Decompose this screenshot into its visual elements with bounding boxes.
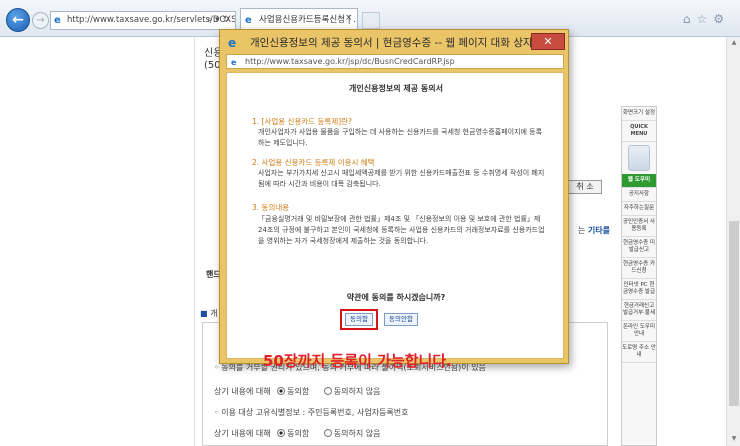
bg-items-line: ◦ 이용 대상 고유식별정보 : 주민등록번호, 사업자등록번호 [214, 408, 409, 417]
quick-item[interactable]: 현금거래신고 발급거부·불세 [622, 300, 656, 321]
dialog-url: http://www.taxsave.go.kr/jsp/dc/BusnCred… [245, 57, 455, 66]
radio-agree-label: 동의함 [287, 429, 310, 438]
back-button[interactable]: ← [6, 8, 30, 32]
bg-section-label: 개 [210, 309, 218, 318]
quick-web-helper[interactable]: 웹 도우미 [622, 174, 656, 188]
ie-page-icon: e [54, 15, 61, 26]
radio-disagree-label: 동의하지 않음 [333, 387, 381, 396]
quick-item[interactable]: 인터넷 PC 현금영수증 발급 [622, 279, 656, 300]
consent-title: 개인신용정보의 제공 동의서 [349, 84, 443, 93]
radio-disagree-1[interactable] [323, 387, 332, 395]
quick-item[interactable]: 공지사항 [622, 188, 656, 202]
refresh-icon[interactable]: ↻ [223, 15, 234, 25]
favorites-star-icon[interactable]: ☆ [696, 12, 713, 26]
radio-agree-1[interactable] [277, 387, 286, 395]
radio-agree-2[interactable] [277, 429, 286, 437]
dropdown-icon[interactable]: ▾ [215, 15, 223, 25]
bg-other-prefix: 는 [578, 226, 588, 235]
home-icon[interactable]: ⌂ [683, 12, 697, 26]
dialog-title: 개인신용정보의 제공 동의서 | 현금영수증 -- 웹 페이지 대화 상자 [250, 37, 533, 49]
consent-question: 약관에 동의를 하시겠습니까? [346, 293, 446, 302]
address-tools[interactable]: ⌕▾↻ [204, 11, 236, 30]
radio-agree-label: 동의함 [287, 387, 310, 396]
quick-item[interactable]: 현금영수증 미발급신고 [622, 237, 656, 258]
bg-section-heading: ■ 개 [200, 308, 217, 319]
new-tab-button[interactable] [362, 12, 380, 29]
settings-gear-icon[interactable]: ⚙ [713, 12, 730, 26]
bg-other-text: 는 기타를 [578, 225, 610, 236]
registration-limit-note: 50장까지 등록이 가능합니다. [263, 352, 452, 370]
dialog-url-icon: e [231, 58, 237, 67]
quick-item[interactable]: 도로명 주소 안내 [622, 342, 656, 363]
dialog-close-button[interactable]: ✕ [531, 33, 565, 50]
bg-agree-row-1: 상기 내용에 대해 동의함 동의하지 않음 [214, 386, 381, 397]
section-3-heading: 3. 동의내용 [252, 203, 290, 212]
consent-dialog: e 개인신용정보의 제공 동의서 | 현금영수증 -- 웹 페이지 대화 상자 … [219, 29, 569, 370]
bg-cancel-button[interactable]: 취 소 [568, 180, 602, 194]
bg-agree-row-2: 상기 내용에 대해 동의함 동의하지 않음 [214, 428, 381, 439]
agree-button[interactable]: 동의함 [345, 313, 373, 326]
dialog-url-bar: e http://www.taxsave.go.kr/jsp/dc/BusnCr… [226, 54, 564, 69]
quick-menu: 화면크기 설정 QUICK MENU 웹 도우미 공지사항 자주하는질문 공인인… [621, 106, 657, 446]
bullet-icon: ■ [200, 309, 211, 318]
tab-close-icon[interactable]: × [345, 13, 353, 23]
decline-button[interactable]: 동의안함 [384, 313, 418, 326]
section-3-body: 「금융실명거래 및 비밀보장에 관한 법률」제4조 및 「신용정보의 이용 및 … [258, 215, 545, 245]
section-1-body: 개인사업자가 사업용 물품을 구입하는 데 사용하는 신용카드를 국세청 현금영… [258, 128, 543, 147]
radio-disagree-2[interactable] [323, 429, 332, 437]
quick-item[interactable]: 공인인증서 사용등록 [622, 216, 656, 237]
dialog-body: 개인신용정보의 제공 동의서 1. [사업용 신용카드 등록제]란? 개인사업자… [226, 72, 564, 370]
section-2-heading: 2. 사업용 신용카드 등록제 이용시 혜택 [252, 158, 375, 167]
quick-item[interactable]: 온라인 도우미 안내 [622, 321, 656, 342]
bg-agree-prefix: 상기 내용에 대해 [214, 429, 271, 438]
search-icon[interactable]: ⌕ [207, 15, 215, 25]
tab-title: 사업용신용카드등록신청 | ... [259, 15, 358, 25]
forward-button[interactable]: → [32, 12, 49, 29]
scroll-thumb[interactable] [729, 221, 739, 406]
scroll-down-icon[interactable]: ▼ [729, 435, 739, 442]
section-2-body: 사업자는 부가가치세 신고시 매입세액공제를 받기 위한 신용카드매출전표 등 … [258, 169, 545, 188]
bg-agree-prefix: 상기 내용에 대해 [214, 387, 271, 396]
browser-right-icons: ⌂☆⚙ [683, 12, 730, 26]
quick-item[interactable]: 현금영수증 카드신청 [622, 258, 656, 279]
quick-item[interactable]: 자주하는질문 [622, 202, 656, 216]
helper-figure-icon [628, 145, 650, 171]
tab-ie-icon: e [245, 15, 252, 26]
page-scrollbar[interactable]: ▲ ▼ [726, 37, 740, 446]
dialog-ie-icon: e [228, 36, 237, 50]
scroll-up-icon[interactable]: ▲ [729, 39, 739, 46]
section-1-heading: 1. [사업용 신용카드 등록제]란? [252, 117, 353, 126]
radio-disagree-label: 동의하지 않음 [333, 429, 381, 438]
bg-other-link[interactable]: 기타를 [588, 226, 610, 235]
quick-menu-header: QUICK MENU [622, 121, 656, 142]
screen-size-setting[interactable]: 화면크기 설정 [622, 107, 656, 121]
